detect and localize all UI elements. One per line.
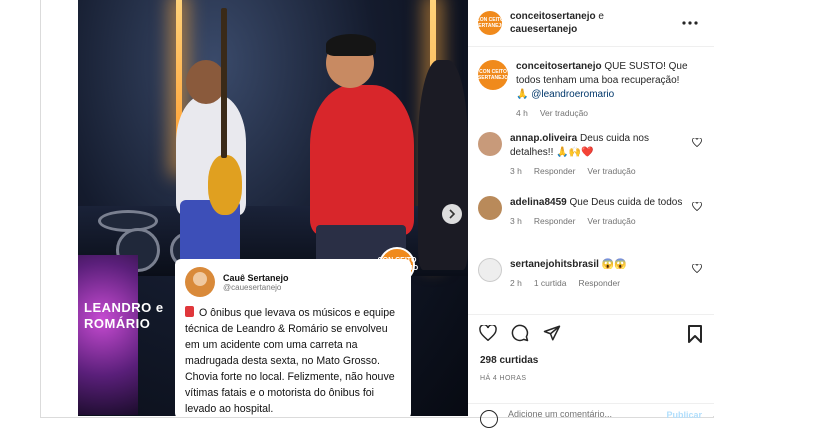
heart-icon [692, 137, 702, 148]
tweet-author-name: Cauê Sertanejo [223, 272, 289, 283]
guitar-body [208, 155, 242, 215]
singer-shirt [310, 85, 414, 235]
like-comment-button[interactable] [692, 137, 702, 150]
comment-text: 😱😱 [601, 259, 627, 270]
post-time: HÁ 4 HORAS [480, 375, 527, 382]
share-button[interactable] [542, 323, 562, 343]
like-comment-button[interactable] [692, 263, 702, 276]
commenter-avatar[interactable] [478, 132, 502, 156]
comments-list[interactable]: CON CEITO SERTANEJO conceitosertanejo QU… [468, 48, 714, 312]
post-media[interactable]: LEANDRO eROMÁRIO CON CEITO SERTANEJO Cau… [78, 0, 468, 416]
emoji-icon[interactable] [480, 410, 498, 428]
comment-reply-button[interactable]: Responder [534, 214, 576, 228]
comment-time: 3 h [510, 166, 522, 176]
comment-input[interactable] [508, 409, 658, 419]
more-horizontal-icon [682, 21, 698, 25]
authors-connector: e [598, 11, 604, 22]
save-button[interactable] [688, 325, 702, 348]
background-musician [418, 60, 468, 270]
tweet-avatar [185, 267, 215, 297]
author-avatar[interactable]: CON CEITO SERTANEJO [475, 11, 505, 35]
comment-user[interactable]: adelina8459 [510, 197, 567, 208]
add-comment-row: Publicar [468, 403, 714, 433]
comment-icon [511, 324, 529, 342]
tweet-author-handle: @cauesertanejo [223, 282, 282, 292]
guitar-neck [221, 8, 227, 158]
more-options-button[interactable] [682, 12, 698, 28]
author-link-primary[interactable]: conceitosertanejo [510, 11, 596, 22]
led-screen-text: LEANDRO e ROMÁRIO [84, 300, 164, 331]
tweet-card: Cauê Sertanejo @cauesertanejo O ônibus q… [175, 259, 411, 416]
commenter-avatar[interactable] [478, 196, 502, 220]
heart-icon [692, 263, 702, 274]
author-link-secondary[interactable]: cauesertanejo [510, 24, 577, 35]
comment-translate[interactable]: Ver tradução [587, 214, 635, 228]
comment-reply-button[interactable]: Responder [578, 276, 620, 290]
post-authors: conceitosertanejo e cauesertanejo [510, 10, 604, 36]
post-actions: 298 curtidas HÁ 4 HORAS Publicar [468, 314, 714, 428]
post-details-panel: CON CEITO SERTANEJO conceitosertanejo e … [468, 0, 714, 428]
bookmark-icon [688, 325, 702, 343]
like-button[interactable] [478, 323, 498, 343]
next-media-button[interactable] [442, 204, 462, 224]
comment-translate[interactable]: Ver tradução [587, 164, 635, 178]
comment-button[interactable] [510, 323, 530, 343]
heart-icon [479, 325, 497, 341]
caption-time: 4 h [516, 108, 528, 118]
comment-user[interactable]: sertanejohitsbrasil [510, 259, 599, 270]
caption-avatar[interactable]: CON CEITO SERTANEJO [478, 60, 508, 90]
comment-text: Que Deus cuida de todos [569, 197, 683, 208]
comment-item: annap.oliveira Deus cuida nos detalhes!!… [478, 132, 704, 178]
comment-time: 2 h [510, 278, 522, 288]
publish-button[interactable]: Publicar [666, 410, 702, 420]
comment-reply-button[interactable]: Responder [534, 164, 576, 178]
commenter-avatar[interactable] [478, 258, 502, 282]
tweet-body-text: O ônibus que levava os músicos e equipe … [185, 307, 396, 415]
caption-translate[interactable]: Ver tradução [540, 106, 588, 120]
led-screen [78, 255, 138, 415]
comment-likes[interactable]: 1 curtida [534, 276, 567, 290]
caption: CON CEITO SERTANEJO conceitosertanejo QU… [478, 60, 704, 120]
comment-item: sertanejohitsbrasil 😱😱 2 h 1 curtida Res… [478, 258, 704, 290]
comment-user[interactable]: annap.oliveira [510, 133, 577, 144]
singer-hair [326, 34, 376, 56]
siren-icon [185, 306, 194, 317]
like-comment-button[interactable] [692, 201, 702, 214]
caption-user[interactable]: conceitosertanejo [516, 61, 602, 72]
guitarist-head [186, 60, 226, 104]
comment-time: 3 h [510, 216, 522, 226]
post-header: CON CEITO SERTANEJO conceitosertanejo e … [468, 0, 714, 47]
caption-mention[interactable]: @leandroeromario [531, 89, 614, 100]
chevron-right-icon [449, 209, 456, 219]
send-icon [543, 325, 561, 341]
likes-count[interactable]: 298 curtidas [480, 355, 538, 366]
cymbal [98, 210, 158, 232]
tweet-text: O ônibus que levava os músicos e equipe … [185, 305, 401, 416]
heart-icon [692, 201, 702, 212]
comment-item: adelina8459 Que Deus cuida de todos 3 h … [478, 196, 704, 228]
